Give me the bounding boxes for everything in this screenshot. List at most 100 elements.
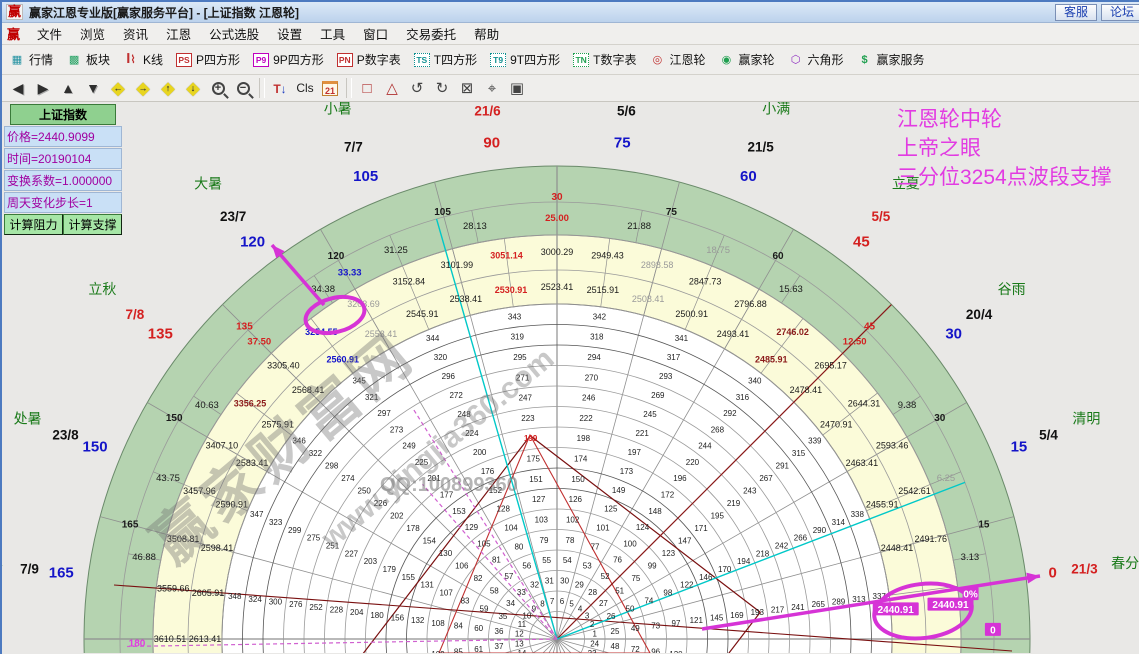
kline-icon: ꟾ⌇	[123, 52, 139, 67]
p-number-table-icon: PN	[337, 53, 353, 67]
percent-value: 15.63	[779, 284, 803, 295]
quotes-icon: ▦	[9, 52, 25, 67]
spiral-number: 228	[330, 605, 344, 614]
toolbar-item-sectors[interactable]: ▩板块	[63, 49, 113, 70]
price-outer-value: 2695.17	[814, 360, 847, 370]
spiral-number: 195	[711, 512, 725, 521]
toolbar-item-quotes[interactable]: ▦ 行情	[6, 49, 56, 70]
tool-rotate-cw[interactable]: ↻	[430, 77, 454, 99]
tool-calendar[interactable]: 21	[318, 77, 342, 99]
spiral-number: 198	[577, 434, 591, 443]
menu-item-7[interactable]: 窗口	[354, 26, 397, 44]
spiral-number: 245	[643, 410, 657, 419]
quotes-label: 行情	[29, 51, 53, 68]
toolbar-item-t-square[interactable]: TST四方形	[411, 49, 480, 70]
tool-shift-up[interactable]: ◆↑	[156, 77, 180, 99]
service-button[interactable]: 客服	[1055, 4, 1097, 21]
toolbar-item-p-number-table[interactable]: PNP数字表	[334, 49, 404, 70]
tool-shift-left[interactable]: ◆←	[106, 77, 130, 99]
tool-nav-left[interactable]: ◀	[6, 77, 30, 99]
degree-value: 135	[236, 321, 253, 332]
calc-resistance-button[interactable]: 计算阻力	[4, 214, 63, 235]
spiral-number: 151	[529, 475, 543, 484]
gann-wheel-label: 江恩轮	[669, 51, 705, 68]
menu-item-8[interactable]: 交易委托	[397, 26, 465, 44]
dial-degree-label: 135	[148, 326, 173, 343]
calc-support-button[interactable]: 计算支撑	[63, 214, 122, 235]
spiral-number: 98	[663, 589, 672, 598]
menu-item-3[interactable]: 江恩	[157, 26, 200, 44]
toolbar-item-9p-square[interactable]: P99P四方形	[250, 49, 327, 70]
spiral-number: 1	[592, 630, 597, 639]
spiral-number: 51	[615, 586, 624, 595]
spiral-number: 324	[248, 595, 262, 604]
tool-nav-down[interactable]: ▼	[81, 77, 105, 99]
spiral-number: 25	[611, 627, 620, 636]
toolbar-item-t-number-table[interactable]: TNT数字表	[570, 49, 639, 70]
degree-value: 45	[864, 321, 876, 332]
tool-shift-down[interactable]: ◆↓	[181, 77, 205, 99]
dial-term-label: 春分	[1111, 555, 1139, 571]
calendar-icon: 21	[322, 81, 338, 96]
toolbar-item-gann-wheel[interactable]: ◎江恩轮	[646, 49, 708, 70]
tool-nav-up[interactable]: ▲	[56, 77, 80, 99]
spiral-number: 341	[675, 334, 689, 343]
dial-date-label: 5/5	[871, 209, 890, 224]
menu-item-5[interactable]: 设置	[268, 26, 311, 44]
toolbar-item-winner-service[interactable]: $赢家服务	[854, 49, 928, 70]
price-outer-value: 2746.02	[776, 327, 809, 337]
forum-button[interactable]: 论坛	[1101, 4, 1139, 21]
spiral-number: 78	[566, 536, 575, 545]
menu-item-9[interactable]: 帮助	[465, 26, 508, 44]
percent-value: 12.50	[843, 336, 867, 347]
price-inner-value: 2523.41	[541, 282, 574, 292]
spiral-number: 72	[631, 645, 640, 653]
price-inner-value: 2508.41	[632, 294, 665, 304]
toolbar-item-hexagon[interactable]: ⬡六角形	[785, 49, 847, 70]
spiral-number: 29	[575, 580, 584, 589]
menu-item-2[interactable]: 资讯	[114, 26, 157, 44]
tool-screen[interactable]: ▣	[505, 77, 529, 99]
spiral-number: 317	[667, 353, 681, 362]
dial-term-label: 白露	[2, 555, 3, 571]
percent-value: 43.75	[156, 473, 180, 484]
tool-t-down[interactable]: T↓	[268, 77, 292, 99]
tool-square-tool[interactable]: □	[355, 77, 379, 99]
menu-item-4[interactable]: 公式选股	[200, 26, 268, 44]
title-bar[interactable]: 赢 赢家江恩专业版[赢家服务平台] - [上证指数 江恩轮] 客服 论坛	[2, 2, 1139, 23]
tool-shift-right[interactable]: ◆→	[131, 77, 155, 99]
price-inner-value: 2568.41	[292, 385, 325, 395]
tool-triangle-tool[interactable]: △	[380, 77, 404, 99]
spiral-number: 246	[582, 394, 596, 403]
spiral-number: 124	[636, 523, 650, 532]
toolbar-item-winner-wheel[interactable]: ◉赢家轮	[715, 49, 777, 70]
spiral-number: 154	[423, 536, 437, 545]
menu-item-6[interactable]: 工具	[311, 26, 354, 44]
menu-item-1[interactable]: 浏览	[71, 26, 114, 44]
tool-nav-right[interactable]: ▶	[31, 77, 55, 99]
spiral-number: 204	[350, 608, 364, 617]
date-row: 时间=20190104	[4, 148, 122, 169]
nav-down-icon: ▼	[86, 80, 100, 96]
price-outer-value: 3305.40	[267, 360, 300, 370]
spiral-number: 99	[648, 561, 657, 570]
dial-term-label: 小满	[762, 102, 790, 117]
spiral-number: 217	[771, 605, 785, 614]
tool-zoom-in[interactable]: +	[206, 77, 230, 99]
spiral-number: 178	[406, 524, 420, 533]
spiral-number: 50	[626, 604, 635, 613]
tool-center-target[interactable]: ⌖	[480, 77, 504, 99]
zoom-in-icon: +	[212, 82, 225, 95]
toolbar-item-p-square[interactable]: PSP四方形	[173, 49, 243, 70]
toolbar-item-kline[interactable]: ꟾ⌇K线	[120, 49, 166, 70]
menu-item-0[interactable]: 文件	[28, 26, 71, 44]
tool-rotate-ccw[interactable]: ↺	[405, 77, 429, 99]
tool-fit-box[interactable]: ⊠	[455, 77, 479, 99]
tool-zoom-out[interactable]: −	[231, 77, 255, 99]
spiral-number: 128	[497, 505, 511, 514]
spiral-number: 126	[569, 495, 583, 504]
dial-date-label: 21/6	[474, 104, 501, 119]
tool-cls[interactable]: Cls	[293, 77, 317, 99]
degree-180-magenta: 180	[129, 638, 146, 649]
toolbar-item-9t-square[interactable]: T99T四方形	[487, 49, 563, 70]
